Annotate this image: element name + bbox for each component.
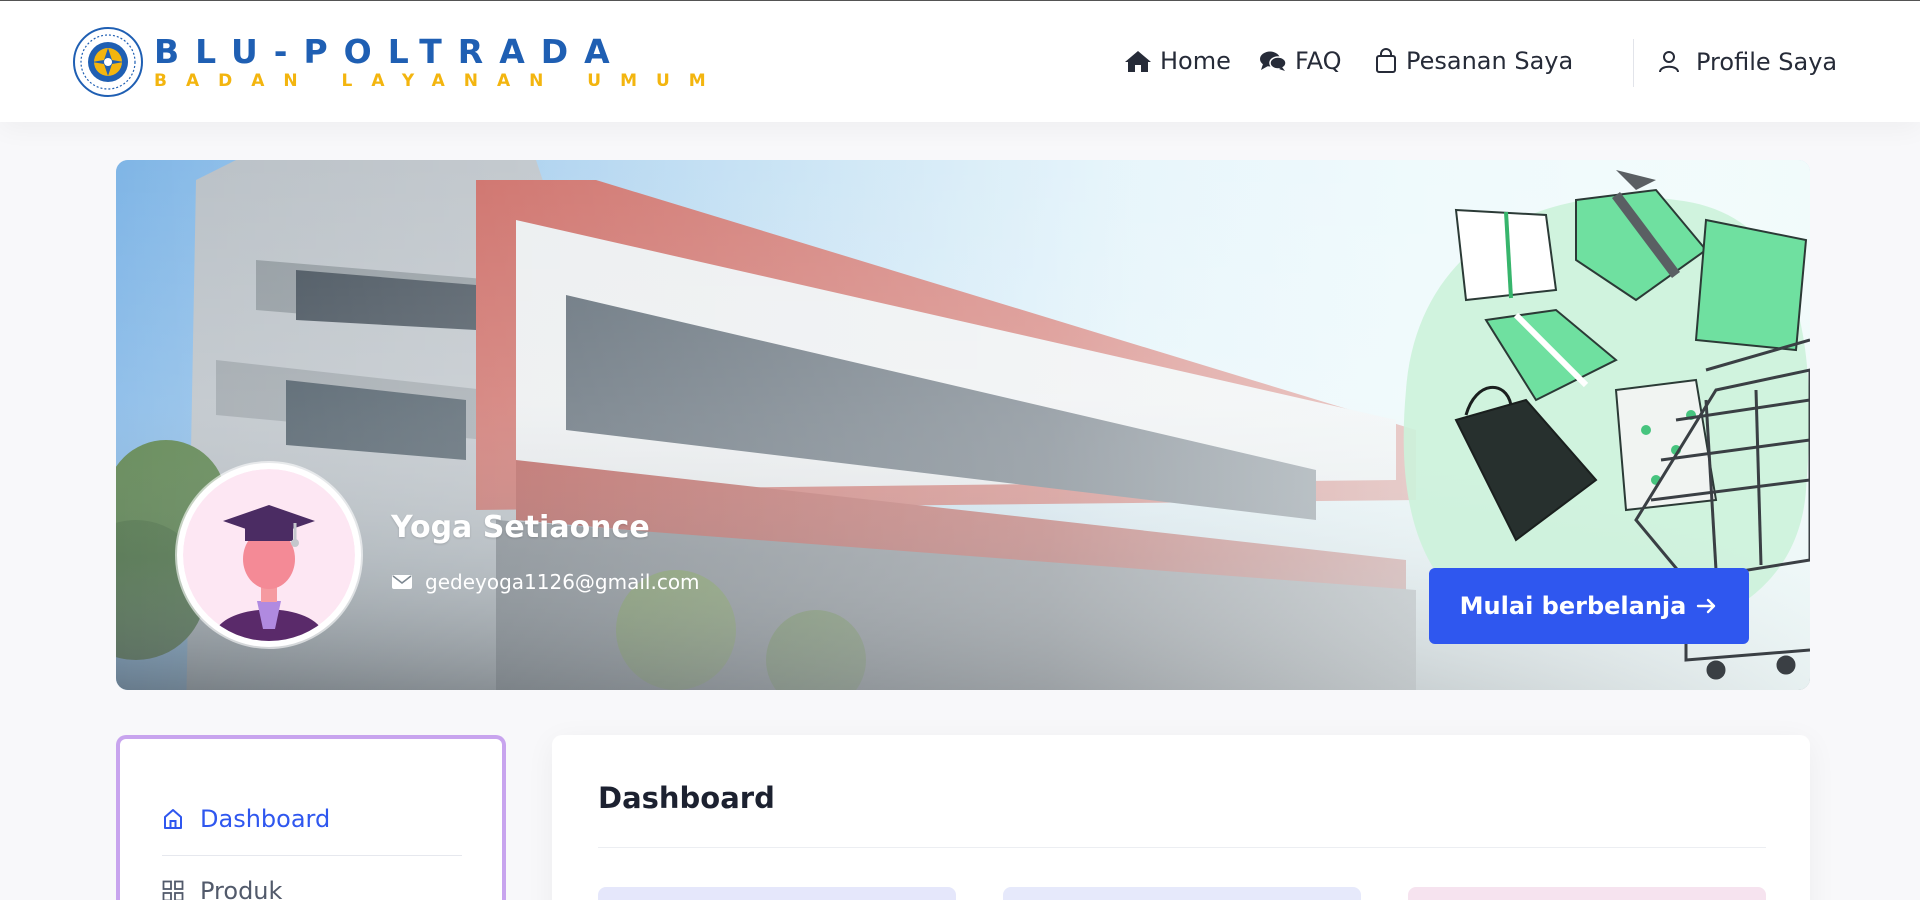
- sidebar-item-dashboard-label: Dashboard: [200, 805, 331, 833]
- start-shopping-button[interactable]: Mulai berbelanja: [1429, 568, 1749, 644]
- stat-card[interactable]: [1003, 887, 1361, 900]
- gift-box-white: [1454, 208, 1558, 302]
- brand-subtitle: BADAN LAYANAN UMUM: [154, 70, 725, 91]
- nav-profile-label: Profile Saya: [1696, 48, 1838, 76]
- nav-divider: [1633, 39, 1634, 87]
- nav-orders[interactable]: Pesanan Saya: [1374, 47, 1573, 75]
- sidebar-item-produk[interactable]: Produk: [162, 877, 282, 900]
- nav-orders-label: Pesanan Saya: [1406, 47, 1574, 75]
- page-title: Dashboard: [598, 781, 775, 815]
- sidebar-divider: [162, 855, 462, 856]
- nav-faq-label: FAQ: [1295, 47, 1342, 75]
- bag-green: [1694, 218, 1808, 352]
- panel-divider: [598, 847, 1766, 848]
- chat-bubbles-icon: [1260, 51, 1287, 71]
- shopping-bag-icon: [1376, 48, 1396, 73]
- sidebar-item-dashboard[interactable]: Dashboard: [162, 805, 330, 833]
- stat-card[interactable]: [1408, 887, 1766, 900]
- user-name: Yoga Setiaonce: [391, 510, 650, 545]
- account-sidebar: Dashboard Produk: [116, 735, 506, 900]
- home-icon: [1125, 51, 1151, 72]
- sidebar-item-produk-label: Produk: [200, 877, 283, 900]
- grid-icon: [162, 880, 184, 900]
- graduate-avatar-icon: [183, 469, 355, 641]
- nav-home-label: Home: [1160, 47, 1231, 75]
- home-outline-icon: [164, 809, 182, 829]
- profile-banner: Mulai berbelanja: [116, 160, 1810, 690]
- dashboard-panel: Dashboard: [552, 735, 1810, 900]
- site-header: BLU-POLTRADA BADAN LAYANAN UMUM Home FAQ…: [0, 1, 1920, 122]
- start-shopping-label: Mulai berbelanja: [1459, 592, 1687, 620]
- nav-home[interactable]: Home: [1124, 47, 1231, 75]
- user-email: gedeyoga1126@gmail.com: [425, 570, 700, 594]
- arrow-right-icon: [1697, 598, 1716, 614]
- user-avatar: [177, 463, 361, 647]
- poltrada-seal-icon: [73, 27, 143, 97]
- brand-title: BLU-POLTRADA: [154, 31, 626, 71]
- envelope-icon: [392, 575, 412, 589]
- brand-logo[interactable]: BLU-POLTRADA BADAN LAYANAN UMUM: [72, 26, 725, 98]
- nav-profile[interactable]: Profile Saya: [1656, 48, 1837, 76]
- nav-faq[interactable]: FAQ: [1259, 47, 1342, 75]
- user-icon: [1659, 51, 1679, 73]
- user-email-row: gedeyoga1126@gmail.com: [391, 570, 700, 594]
- stat-card[interactable]: [598, 887, 956, 900]
